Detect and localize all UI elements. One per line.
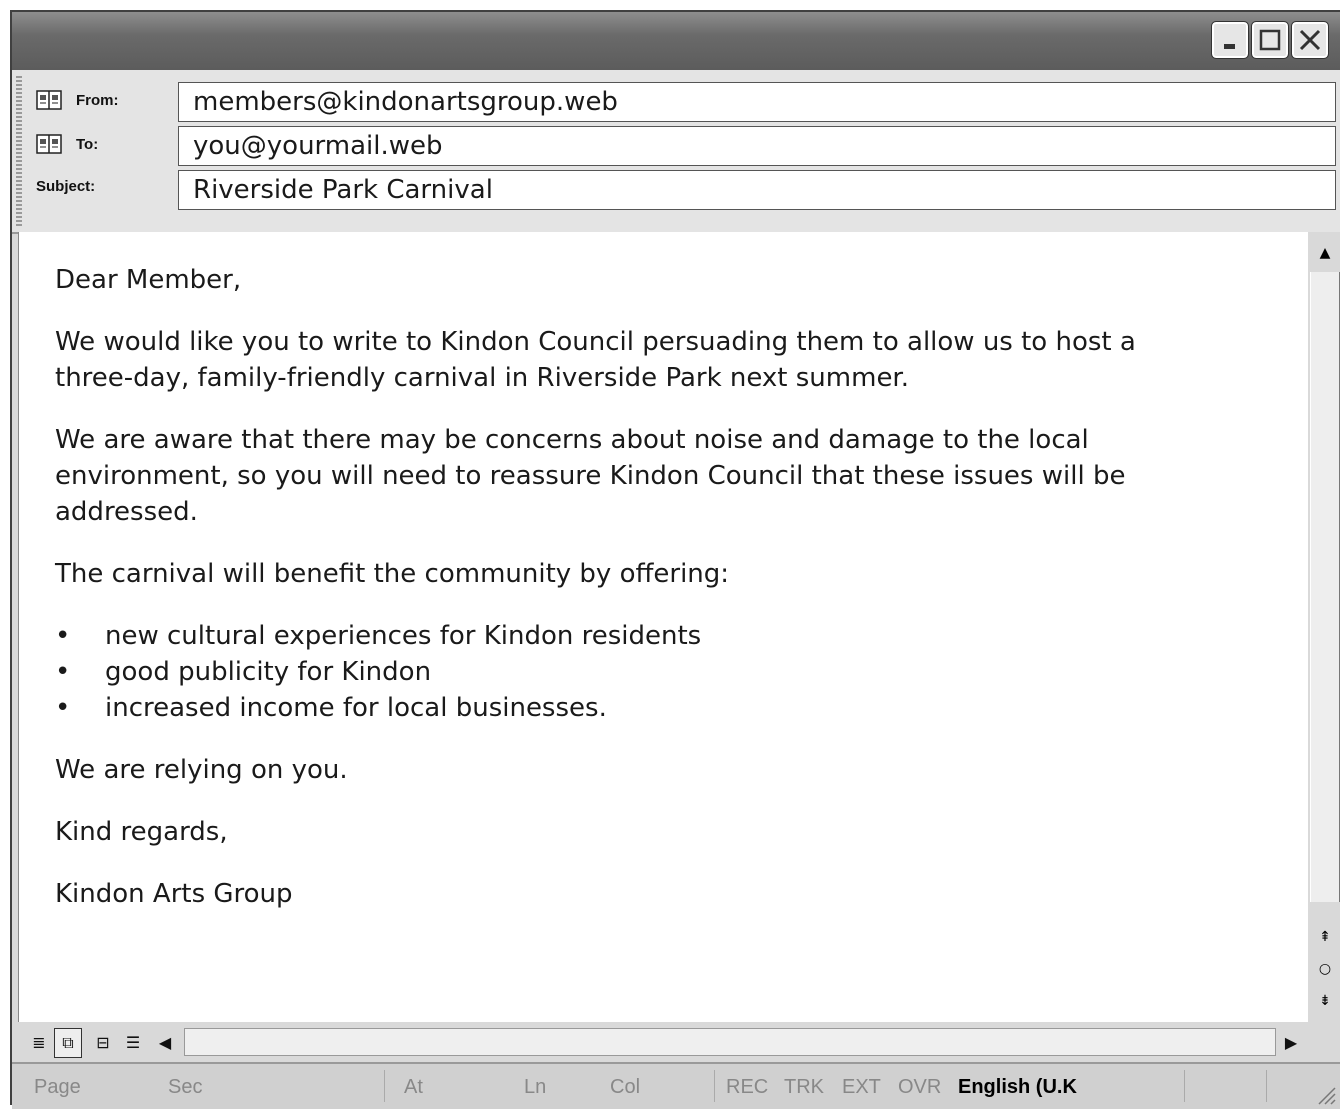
list-item-text: increased income for local businesses. [105,693,607,723]
greeting: Dear Member, [55,265,242,295]
scroll-up-arrow-icon[interactable]: ▲ [1310,238,1340,268]
status-ovr[interactable]: OVR [898,1076,941,1099]
print-layout-view-icon[interactable]: ⊟ [90,1028,116,1056]
list-item: • good publicity for Kindon [55,654,1195,690]
status-page: Page [34,1076,81,1098]
status-ext[interactable]: EXT [842,1076,881,1099]
address-book-icon [36,134,62,154]
vertical-scrollbar[interactable]: ▲ ⇞ ○ ⇟ [1308,232,1340,1022]
to-label: To: [76,135,99,153]
status-at: At [404,1076,423,1098]
bullet-icon: • [55,657,71,687]
previous-page-icon[interactable]: ⇞ [1310,922,1340,952]
from-label: From: [76,91,119,109]
status-divider [384,1070,385,1102]
bullet-icon: • [55,693,71,723]
message-header: From: members@kindonartsgroup.web To: yo… [12,70,1340,234]
list-item-text: new cultural experiences for Kindon resi… [105,621,702,651]
scroll-left-arrow-icon[interactable]: ◀ [152,1028,178,1056]
to-label-group[interactable]: To: [36,134,98,154]
title-bar[interactable] [12,12,1340,70]
maximize-icon [1259,29,1281,51]
status-divider [1184,1070,1185,1102]
closing: Kind regards, [55,817,228,847]
maximize-button[interactable] [1251,21,1289,59]
close-button[interactable] [1291,21,1329,59]
benefits-list: • new cultural experiences for Kindon res… [55,618,1195,726]
status-section: Sec [168,1076,203,1098]
status-divider [714,1070,715,1102]
list-item-text: good publicity for Kindon [105,657,432,687]
from-field[interactable]: members@kindonartsgroup.web [178,82,1336,122]
subject-row: Subject: Riverside Park Carnival [26,170,1336,210]
web-layout-view-icon[interactable]: ⧉ [54,1028,82,1058]
address-book-icon [36,90,62,110]
resize-grip-icon[interactable] [1314,1083,1336,1105]
status-column: Col [610,1076,641,1098]
scrollbar-thumb[interactable] [1310,272,1340,902]
signature: Kindon Arts Group [55,879,293,909]
subject-label: Subject: [36,178,96,195]
paragraph-3: The carnival will benefit the community … [55,559,730,589]
status-trk[interactable]: TRK [784,1076,824,1099]
scroll-right-arrow-icon[interactable]: ▶ [1278,1028,1304,1056]
to-row: To: you@yourmail.web [26,126,1336,166]
header-grip [16,76,22,226]
next-page-icon[interactable]: ⇟ [1310,986,1340,1016]
status-language[interactable]: English (U.K [958,1076,1077,1099]
message-text: Dear Member, We would like you to write … [55,262,1195,938]
view-and-hscroll-bar: ≣ ⧉ ⊟ ☰ ◀ ▶ [12,1024,1308,1060]
minimize-icon [1224,44,1235,49]
paragraph-1: We would like you to write to Kindon Cou… [55,327,1136,393]
list-item: • increased income for local businesses. [55,690,1195,726]
subject-field[interactable]: Riverside Park Carnival [178,170,1336,210]
message-body[interactable]: Dear Member, We would like you to write … [18,232,1309,1022]
list-item: • new cultural experiences for Kindon res… [55,618,1195,654]
close-icon [1299,29,1321,51]
email-window: From: members@kindonartsgroup.web To: yo… [10,10,1340,1109]
bullet-icon: • [55,621,71,651]
to-field[interactable]: you@yourmail.web [178,126,1336,166]
browse-object-icon[interactable]: ○ [1310,954,1340,984]
from-label-group[interactable]: From: [36,90,119,110]
status-bar: Page Sec At Ln Col REC TRK EXT OVR Engli… [12,1062,1340,1109]
paragraph-4: We are relying on you. [55,755,348,785]
paragraph-2: We are aware that there may be concerns … [55,425,1126,527]
subject-label-group: Subject: [36,178,95,195]
horizontal-scrollbar[interactable] [184,1028,1276,1056]
from-row: From: members@kindonartsgroup.web [26,82,1336,122]
status-rec[interactable]: REC [726,1076,768,1099]
minimize-button[interactable] [1211,21,1249,59]
normal-view-icon[interactable]: ≣ [26,1028,52,1056]
status-line: Ln [524,1076,547,1098]
outline-view-icon[interactable]: ☰ [120,1028,146,1056]
status-divider [1266,1070,1267,1102]
